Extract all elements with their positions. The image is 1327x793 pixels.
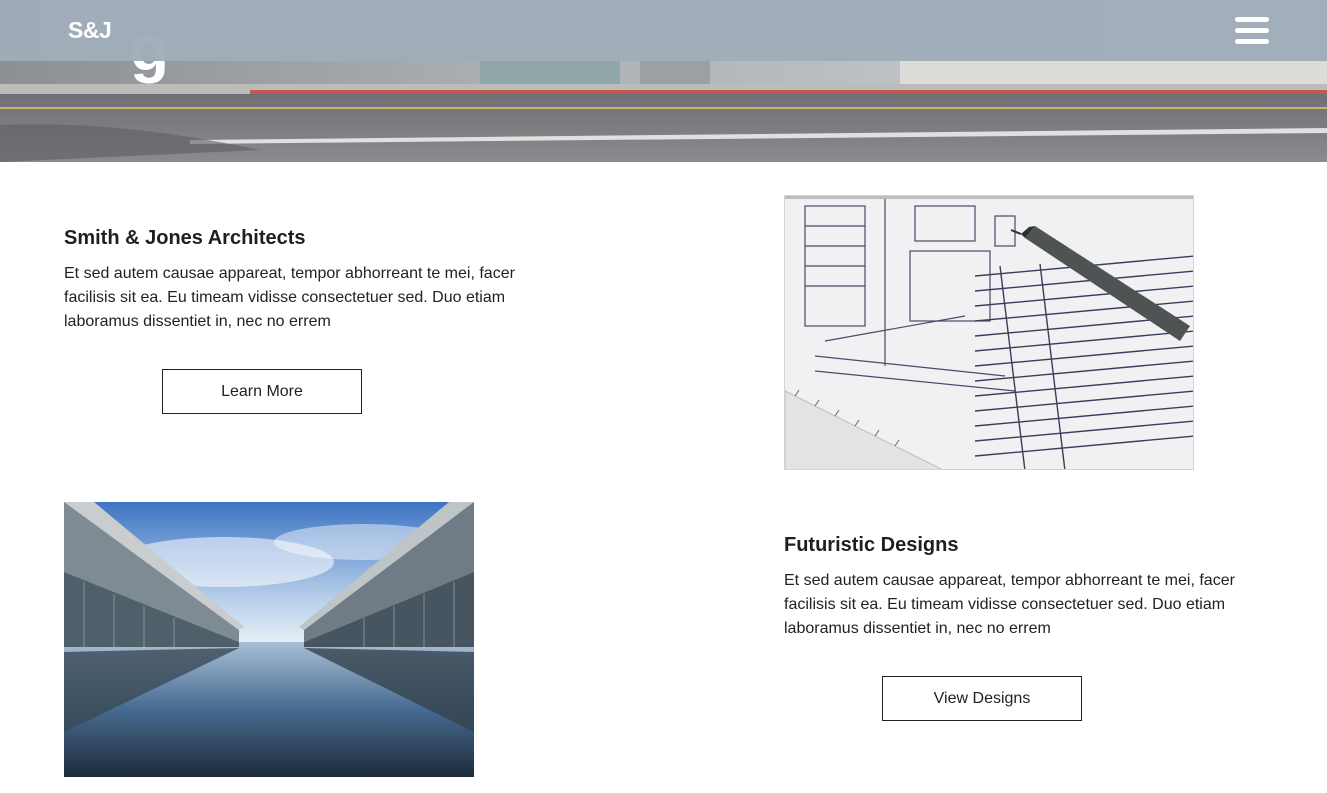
menu-bar <box>1235 39 1269 44</box>
section-title-architects: Smith & Jones Architects <box>64 227 306 249</box>
learn-more-button[interactable]: Learn More <box>162 369 362 414</box>
blueprint-photo <box>784 195 1194 470</box>
section-text-architects: Et sed autem causae appareat, tempor abh… <box>64 265 515 330</box>
hamburger-menu-icon[interactable] <box>1235 17 1269 44</box>
menu-bar <box>1235 17 1269 22</box>
building-reflection-photo <box>64 502 474 777</box>
section-title-futuristic: Futuristic Designs <box>784 534 959 556</box>
view-designs-button[interactable]: View Designs <box>882 676 1082 721</box>
top-navbar: S&J <box>0 0 1327 61</box>
site-logo[interactable]: S&J <box>68 17 112 44</box>
section-text-futuristic: Et sed autem causae appareat, tempor abh… <box>784 572 1235 637</box>
menu-bar <box>1235 28 1269 33</box>
